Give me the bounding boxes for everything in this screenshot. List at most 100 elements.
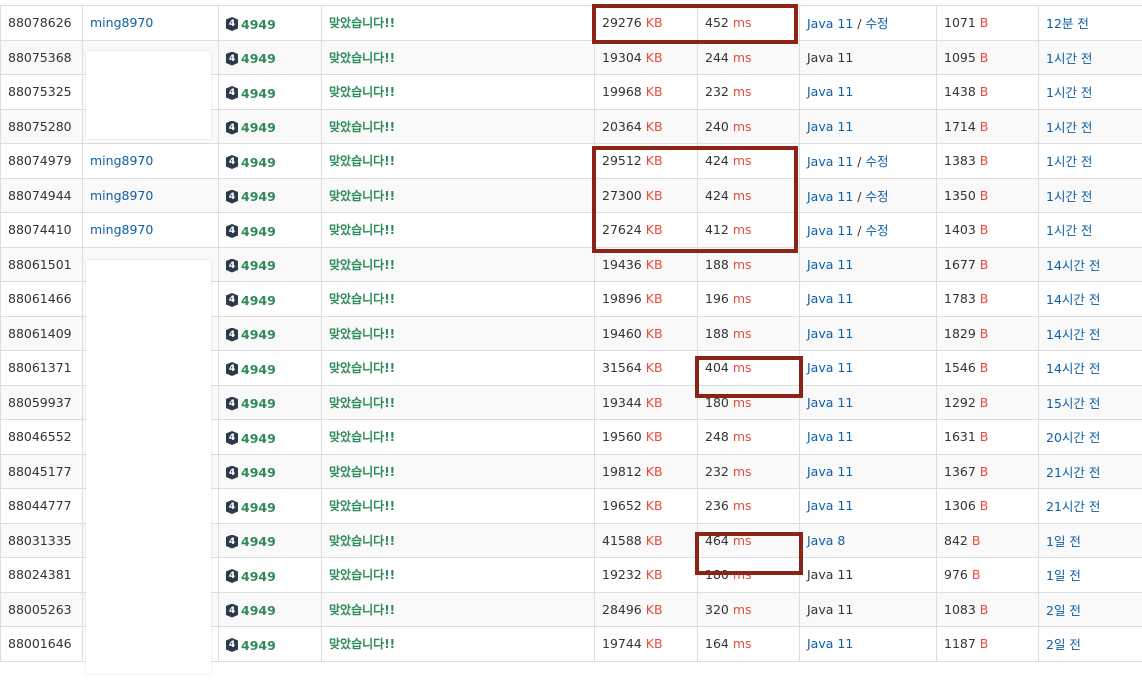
submitted-time-link[interactable]: 14시간 전 — [1046, 361, 1100, 376]
language-link[interactable]: Java 11 — [807, 464, 853, 479]
problem-number: 4949 — [241, 85, 276, 101]
result-accepted[interactable]: 맞았습니다!! — [329, 327, 395, 341]
problem-link[interactable]: 4 4949 — [226, 51, 276, 66]
submitted-time-link[interactable]: 21시간 전 — [1046, 465, 1100, 480]
submitted-time-link[interactable]: 2일 전 — [1046, 637, 1081, 652]
problem-link[interactable]: 4 4949 — [226, 362, 276, 377]
user-link[interactable]: ming8970 — [90, 222, 153, 237]
user-link[interactable]: ming8970 — [90, 188, 153, 203]
submitted-time-link[interactable]: 2일 전 — [1046, 603, 1081, 618]
problem-link[interactable]: 4 4949 — [226, 155, 276, 170]
result-accepted[interactable]: 맞았습니다!! — [329, 223, 395, 237]
problem-link[interactable]: 4 4949 — [226, 258, 276, 273]
problem-link[interactable]: 4 4949 — [226, 327, 276, 342]
submitted-time-link[interactable]: 1시간 전 — [1046, 189, 1092, 204]
language-link[interactable]: Java 11 — [807, 326, 853, 341]
language-link[interactable]: Java 11 — [807, 16, 853, 31]
problem-link[interactable]: 4 4949 — [226, 293, 276, 308]
submitted-time-link[interactable]: 1시간 전 — [1046, 154, 1092, 169]
separator: / — [853, 154, 866, 170]
result-cell: 맞았습니다!! — [321, 488, 595, 524]
edit-link[interactable]: 수정 — [865, 189, 888, 204]
language-link[interactable]: Java 11 — [807, 291, 853, 306]
problem-link[interactable]: 4 4949 — [226, 534, 276, 549]
gold-4-tier-icon: 4 — [226, 569, 238, 583]
result-accepted[interactable]: 맞았습니다!! — [329, 361, 395, 375]
submitted-time-cell: 2일 전 — [1038, 591, 1142, 627]
result-accepted[interactable]: 맞았습니다!! — [329, 51, 395, 65]
language-cell: Java 11 — [799, 108, 937, 144]
submitted-time-link[interactable]: 20시간 전 — [1046, 430, 1100, 445]
result-accepted[interactable]: 맞았습니다!! — [329, 120, 395, 134]
submitted-time-link[interactable]: 14시간 전 — [1046, 327, 1100, 342]
user-link[interactable]: ming8970 — [90, 15, 153, 30]
language-link[interactable]: Java 11 — [807, 154, 853, 169]
problem-link[interactable]: 4 4949 — [226, 638, 276, 653]
submitted-time-link[interactable]: 1시간 전 — [1046, 85, 1092, 100]
problem-link[interactable]: 4 4949 — [226, 431, 276, 446]
problem-link[interactable]: 4 4949 — [226, 569, 276, 584]
submitted-time-link[interactable]: 1일 전 — [1046, 568, 1081, 583]
language-link[interactable]: Java 11 — [807, 498, 853, 513]
submitted-time-link[interactable]: 15시간 전 — [1046, 396, 1100, 411]
result-accepted[interactable]: 맞았습니다!! — [329, 465, 395, 479]
language-link[interactable]: Java 11 — [807, 395, 853, 410]
problem-link[interactable]: 4 4949 — [226, 396, 276, 411]
problem-link[interactable]: 4 4949 — [226, 500, 276, 515]
problem-link[interactable]: 4 4949 — [226, 17, 276, 32]
language-link[interactable]: Java 11 — [807, 189, 853, 204]
user-link[interactable]: ming8970 — [90, 153, 153, 168]
edit-link[interactable]: 수정 — [865, 223, 888, 238]
problem-cell: 4 4949 — [218, 5, 322, 41]
language-link[interactable]: Java 11 — [807, 119, 853, 134]
language-link[interactable]: Java 11 — [807, 360, 853, 375]
language-link[interactable]: Java 11 — [807, 429, 853, 444]
edit-link[interactable]: 수정 — [865, 16, 888, 31]
submitted-time-link[interactable]: 21시간 전 — [1046, 499, 1100, 514]
submitted-time-link[interactable]: 14시간 전 — [1046, 292, 1100, 307]
result-accepted[interactable]: 맞았습니다!! — [329, 154, 395, 168]
result-accepted[interactable]: 맞았습니다!! — [329, 258, 395, 272]
submitted-time-link[interactable]: 12분 전 — [1046, 16, 1089, 31]
result-accepted[interactable]: 맞았습니다!! — [329, 396, 395, 410]
memory-unit: KB — [645, 394, 663, 410]
problem-cell: 4 4949 — [218, 212, 322, 248]
problem-link[interactable]: 4 4949 — [226, 465, 276, 480]
problem-link[interactable]: 4 4949 — [226, 224, 276, 239]
result-accepted[interactable]: 맞았습니다!! — [329, 499, 395, 513]
result-accepted[interactable]: 맞았습니다!! — [329, 637, 395, 651]
problem-link[interactable]: 4 4949 — [226, 120, 276, 135]
language-link[interactable]: Java 11 — [807, 636, 853, 651]
problem-link[interactable]: 4 4949 — [226, 603, 276, 618]
result-accepted[interactable]: 맞았습니다!! — [329, 603, 395, 617]
result-accepted[interactable]: 맞았습니다!! — [329, 85, 395, 99]
submitted-time-link[interactable]: 1시간 전 — [1046, 120, 1092, 135]
time-cell: 320 ms — [697, 591, 800, 627]
redaction-mask — [86, 260, 211, 674]
result-accepted[interactable]: 맞았습니다!! — [329, 430, 395, 444]
problem-link[interactable]: 4 4949 — [226, 189, 276, 204]
result-accepted[interactable]: 맞았습니다!! — [329, 16, 395, 30]
submitted-time-link[interactable]: 1시간 전 — [1046, 223, 1092, 238]
code-length-cell: 1083 B — [936, 591, 1039, 627]
language-link[interactable]: Java 11 — [807, 223, 853, 238]
submitted-time-link[interactable]: 1일 전 — [1046, 534, 1081, 549]
result-accepted[interactable]: 맞았습니다!! — [329, 534, 395, 548]
problem-number: 4949 — [241, 637, 276, 653]
edit-link[interactable]: 수정 — [865, 154, 888, 169]
language-link[interactable]: Java 8 — [807, 533, 845, 548]
gold-4-tier-icon: 4 — [226, 431, 238, 445]
code-length-unit: B — [979, 15, 989, 31]
result-accepted[interactable]: 맞았습니다!! — [329, 292, 395, 306]
memory-cell: 19460 KB — [594, 315, 698, 351]
submitted-time-link[interactable]: 1시간 전 — [1046, 51, 1092, 66]
problem-link[interactable]: 4 4949 — [226, 86, 276, 101]
result-accepted[interactable]: 맞았습니다!! — [329, 568, 395, 582]
result-accepted[interactable]: 맞았습니다!! — [329, 189, 395, 203]
language-link[interactable]: Java 11 — [807, 84, 853, 99]
language-link[interactable]: Java 11 — [807, 257, 853, 272]
memory-cell: 19652 KB — [594, 488, 698, 524]
time-cell: 188 ms — [697, 315, 800, 351]
submitted-time-link[interactable]: 14시간 전 — [1046, 258, 1100, 273]
memory-cell: 19812 KB — [594, 453, 698, 489]
